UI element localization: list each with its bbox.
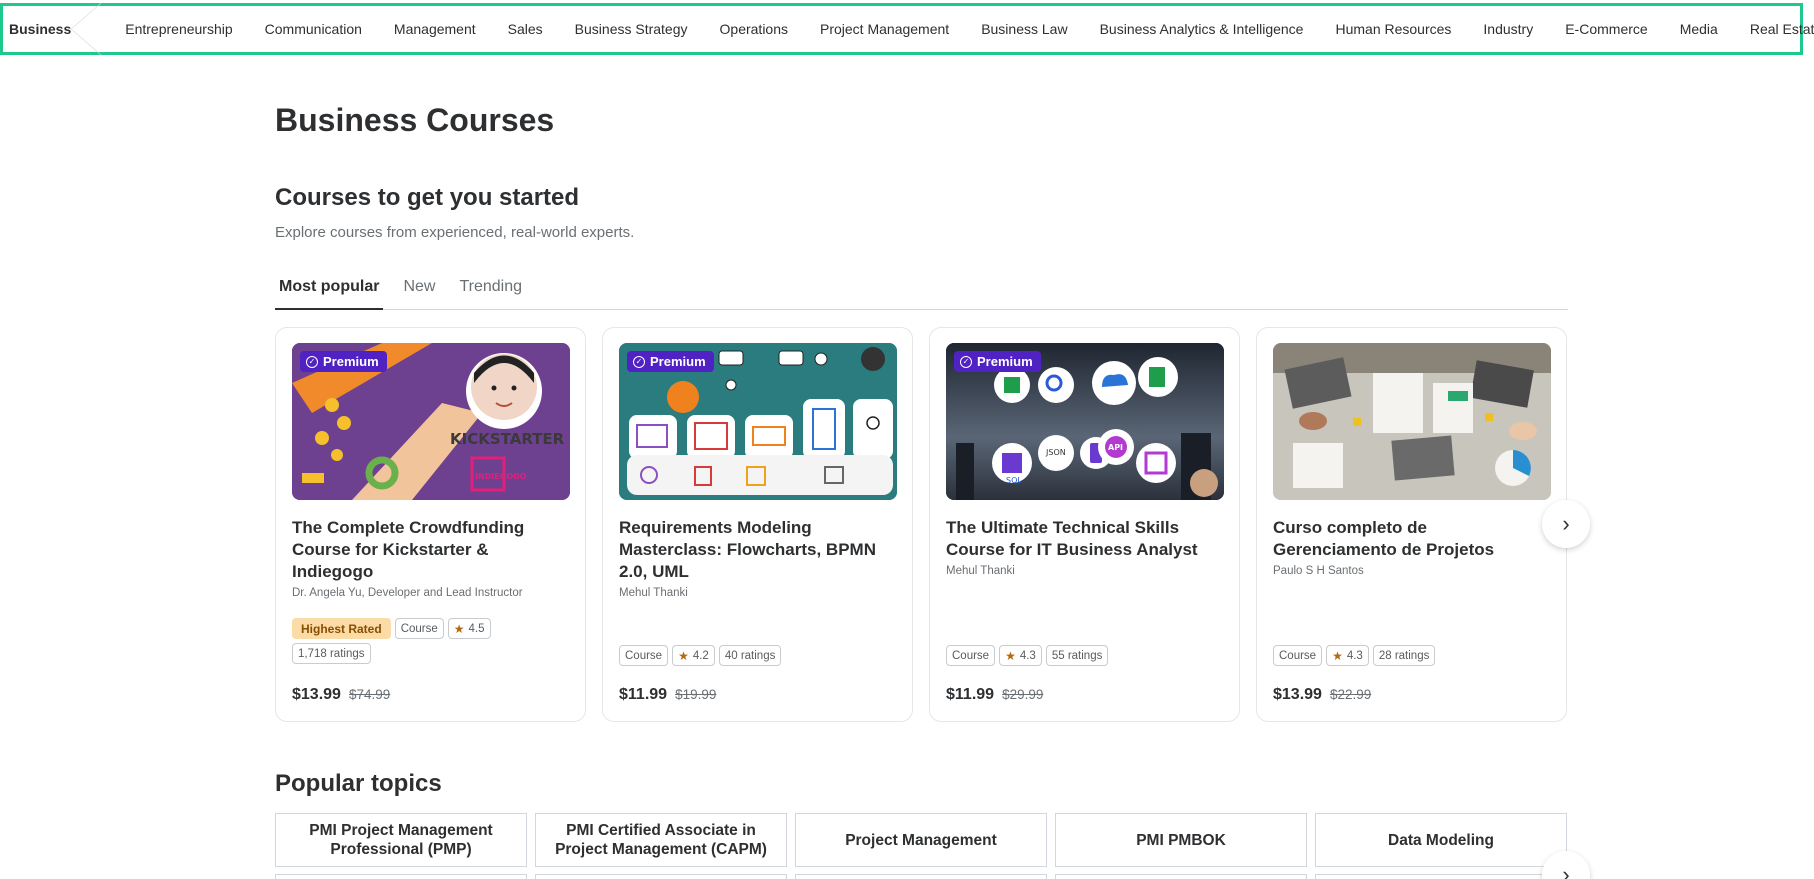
ratings-count: 1,718 ratings bbox=[292, 643, 371, 664]
check-badge-icon: ✓ bbox=[960, 355, 972, 368]
category-item-media[interactable]: Media bbox=[1664, 21, 1734, 37]
category-item-business-strategy[interactable]: Business Strategy bbox=[559, 21, 704, 37]
original-price: $19.99 bbox=[675, 687, 717, 702]
course-type-badge: Course bbox=[946, 645, 996, 666]
original-price: $74.99 bbox=[348, 687, 391, 702]
topic-project-management[interactable]: Project Management bbox=[795, 813, 1047, 867]
course-badges: Course ★ 4.3 55 ratings bbox=[946, 645, 1206, 666]
original-price: $29.99 bbox=[1002, 687, 1044, 702]
topic-capm[interactable]: PMI Certified Associate in Project Manag… bbox=[535, 813, 787, 867]
course-type-badge: Course bbox=[394, 618, 444, 639]
course-title: Requirements Modeling Masterclass: Flowc… bbox=[619, 518, 876, 581]
rating-badge: ★ 4.5 bbox=[447, 618, 491, 639]
price: $13.99 $74.99 bbox=[292, 686, 390, 704]
course-thumbnail: ✓ Premium bbox=[619, 343, 897, 500]
highest-rated-badge: Highest Rated bbox=[292, 618, 391, 639]
category-item-business[interactable]: Business bbox=[3, 3, 109, 55]
category-item-industry[interactable]: Industry bbox=[1467, 21, 1549, 37]
course-author: Dr. Angela Yu, Developer and Lead Instru… bbox=[292, 587, 523, 599]
svg-text:JSON: JSON bbox=[1045, 448, 1066, 457]
current-price: $11.99 bbox=[619, 686, 668, 703]
category-item-communication[interactable]: Communication bbox=[249, 21, 378, 37]
star-icon: ★ bbox=[678, 648, 689, 663]
course-thumbnail bbox=[1273, 343, 1551, 500]
category-item-business-analytics[interactable]: Business Analytics & Intelligence bbox=[1084, 21, 1320, 37]
ratings-count: 40 ratings bbox=[718, 645, 782, 666]
topic-data-modeling[interactable]: Data Modeling bbox=[1315, 813, 1567, 867]
course-badges: Course ★ 4.2 40 ratings bbox=[619, 645, 879, 666]
course-title: The Complete Crowdfunding Course for Kic… bbox=[292, 518, 525, 581]
course-card[interactable]: Curso completo de Gerenciamento de Proje… bbox=[1256, 327, 1567, 722]
tab-new[interactable]: New bbox=[399, 272, 439, 310]
star-icon: ★ bbox=[1005, 648, 1016, 663]
price: $13.99 $22.99 bbox=[1273, 686, 1371, 704]
project-meeting-photo bbox=[1273, 343, 1551, 500]
section-title: Courses to get you started bbox=[275, 184, 580, 211]
topic-row2-edge bbox=[535, 874, 787, 879]
popular-topics-title: Popular topics bbox=[275, 770, 442, 797]
course-author: Mehul Thanki bbox=[619, 587, 688, 599]
course-badges: Highest Rated Course ★ 4.5 1,718 ratings bbox=[292, 618, 552, 664]
price: $11.99 $29.99 bbox=[946, 686, 1043, 704]
course-card[interactable]: SQL JSON API ✓ Premium The Ultimate Techn… bbox=[929, 327, 1240, 722]
topic-pmi-pmbok[interactable]: PMI PMBOK bbox=[1055, 813, 1307, 867]
course-type-badge: Course bbox=[619, 645, 669, 666]
ratings-count: 28 ratings bbox=[1372, 645, 1436, 666]
rating-badge: ★ 4.3 bbox=[1326, 645, 1369, 666]
star-icon: ★ bbox=[453, 621, 465, 636]
page-title: Business Courses bbox=[275, 102, 555, 138]
star-icon: ★ bbox=[1332, 648, 1343, 663]
premium-badge: ✓ Premium bbox=[627, 351, 714, 372]
category-item-real-estate[interactable]: Real Estate bbox=[1734, 21, 1814, 37]
rating-badge: ★ 4.3 bbox=[999, 645, 1042, 666]
topic-row2-edge bbox=[1315, 874, 1567, 879]
svg-text:SQL: SQL bbox=[1006, 476, 1022, 485]
topic-row2-edge bbox=[1055, 874, 1307, 879]
course-thumbnail: KICKSTARTER INDIEGOGO ✓ Premium bbox=[292, 343, 570, 500]
rating-badge: ★ 4.2 bbox=[672, 645, 715, 666]
carousel-next-button[interactable]: › bbox=[1542, 500, 1590, 548]
course-thumbnail: SQL JSON API ✓ Premium bbox=[946, 343, 1224, 500]
tab-most-popular[interactable]: Most popular bbox=[275, 272, 384, 310]
course-badges: Course ★ 4.3 28 ratings bbox=[1273, 645, 1533, 666]
topic-pmp[interactable]: PMI Project Management Professional (PMP… bbox=[275, 813, 527, 867]
original-price: $22.99 bbox=[1329, 687, 1372, 702]
course-type-badge: Course bbox=[1273, 645, 1323, 666]
category-item-business-law[interactable]: Business Law bbox=[965, 21, 1083, 37]
course-title: Curso completo de Gerenciamento de Proje… bbox=[1273, 518, 1495, 559]
check-badge-icon: ✓ bbox=[633, 355, 645, 368]
topic-row2-edge bbox=[275, 874, 527, 879]
current-price: $11.99 bbox=[946, 686, 995, 703]
course-author: Mehul Thanki bbox=[946, 565, 1015, 577]
svg-text:KICKSTARTER: KICKSTARTER bbox=[450, 430, 565, 448]
category-item-sales[interactable]: Sales bbox=[492, 21, 559, 37]
course-tabs: Most popular New Trending bbox=[275, 272, 1568, 310]
course-title: The Ultimate Technical Skills Course for… bbox=[946, 518, 1198, 559]
category-item-human-resources[interactable]: Human Resources bbox=[1319, 21, 1467, 37]
svg-text:API: API bbox=[1108, 443, 1123, 452]
premium-badge: ✓ Premium bbox=[300, 351, 387, 372]
premium-badge: ✓ Premium bbox=[954, 351, 1041, 372]
category-item-project-management[interactable]: Project Management bbox=[804, 21, 965, 37]
current-price: $13.99 bbox=[1273, 686, 1322, 703]
svg-text:INDIEGOGO: INDIEGOGO bbox=[475, 472, 527, 481]
chevron-right-icon: › bbox=[1562, 511, 1570, 536]
price: $11.99 $19.99 bbox=[619, 686, 716, 704]
check-badge-icon: ✓ bbox=[306, 355, 318, 368]
category-nav: Business Entrepreneurship Communication … bbox=[0, 3, 1814, 55]
tab-trending[interactable]: Trending bbox=[455, 272, 526, 310]
category-item-operations[interactable]: Operations bbox=[704, 21, 804, 37]
section-subtitle: Explore courses from experienced, real-w… bbox=[275, 224, 635, 241]
category-item-management[interactable]: Management bbox=[378, 21, 492, 37]
category-item-e-commerce[interactable]: E-Commerce bbox=[1549, 21, 1663, 37]
chevron-right-icon: › bbox=[1562, 862, 1570, 879]
course-card[interactable]: KICKSTARTER INDIEGOGO ✓ Premium The Compl… bbox=[275, 327, 586, 722]
category-item-entrepreneurship[interactable]: Entrepreneurship bbox=[109, 21, 248, 37]
course-card[interactable]: ✓ Premium Requirements Modeling Mastercla… bbox=[602, 327, 913, 722]
topic-row2-edge bbox=[795, 874, 1047, 879]
current-price: $13.99 bbox=[292, 686, 341, 703]
ratings-count: 55 ratings bbox=[1045, 645, 1109, 666]
course-author: Paulo S H Santos bbox=[1273, 565, 1364, 577]
